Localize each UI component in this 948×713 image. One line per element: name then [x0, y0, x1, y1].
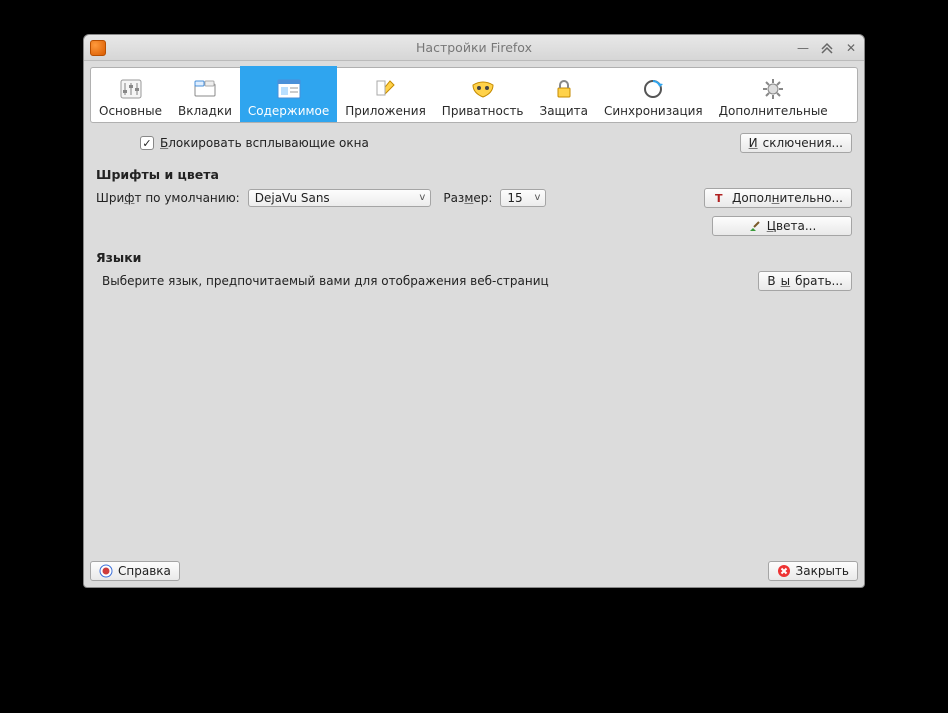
- maximize-button[interactable]: [820, 41, 834, 55]
- choose-language-button[interactable]: Выбрать...: [758, 271, 852, 291]
- brush-icon: [748, 219, 762, 233]
- fonts-section-title: Шрифты и цвета: [96, 167, 852, 182]
- fonts-advanced-button[interactable]: T Дополнительно...: [704, 188, 852, 208]
- window-title: Настройки Firefox: [84, 40, 864, 55]
- font-size-label: Размер:: [443, 191, 492, 205]
- tab-tabs[interactable]: Вкладки: [170, 66, 240, 122]
- tab-general[interactable]: Основные: [91, 66, 170, 122]
- lock-icon: [550, 76, 578, 102]
- default-font-label: Шрифт по умолчанию:: [96, 191, 240, 205]
- tab-privacy-label: Приватность: [442, 104, 524, 118]
- gear-icon: [759, 76, 787, 102]
- block-popups-label: Блокировать всплывающие окна: [160, 136, 369, 150]
- privacy-mask-icon: [469, 76, 497, 102]
- dialog-footer: Справка Закрыть: [84, 561, 864, 587]
- tab-sync[interactable]: Синхронизация: [596, 66, 711, 122]
- languages-desc: Выберите язык, предпочитаемый вами для о…: [102, 274, 549, 288]
- content-icon: [275, 76, 303, 102]
- help-icon: [99, 564, 113, 578]
- sliders-icon: [117, 76, 145, 102]
- tab-tabs-label: Вкладки: [178, 104, 232, 118]
- block-popups-checkbox[interactable]: ✓: [140, 136, 154, 150]
- tab-security-label: Защита: [540, 104, 589, 118]
- tab-advanced[interactable]: Дополнительные: [711, 66, 836, 122]
- exceptions-button[interactable]: Исключения...: [740, 133, 852, 153]
- default-font-select[interactable]: DejaVu Sans: [248, 189, 432, 207]
- tab-sync-label: Синхронизация: [604, 104, 703, 118]
- svg-text:T: T: [715, 192, 723, 205]
- font-icon: T: [713, 191, 727, 205]
- tab-general-label: Основные: [99, 104, 162, 118]
- sync-icon: [639, 76, 667, 102]
- applications-icon: [372, 76, 400, 102]
- tab-security[interactable]: Защита: [532, 66, 597, 122]
- content-panel: ✓ Блокировать всплывающие окна Исключени…: [84, 123, 864, 561]
- tab-content-label: Содержимое: [248, 104, 329, 118]
- close-button[interactable]: Закрыть: [768, 561, 858, 581]
- tab-applications-label: Приложения: [345, 104, 426, 118]
- tabs-icon: [191, 76, 219, 102]
- close-window-button[interactable]: ✕: [844, 41, 858, 55]
- titlebar: Настройки Firefox — ✕: [84, 35, 864, 61]
- colors-button[interactable]: Цвета...: [712, 216, 852, 236]
- category-toolbar: Основные Вкладки Содержимое Приложения П…: [90, 67, 858, 123]
- close-icon: [777, 564, 791, 578]
- help-button[interactable]: Справка: [90, 561, 180, 581]
- preferences-window: Настройки Firefox — ✕ Основные Вкладки: [83, 34, 865, 588]
- tab-advanced-label: Дополнительные: [719, 104, 828, 118]
- tab-content[interactable]: Содержимое: [240, 66, 337, 122]
- minimize-button[interactable]: —: [796, 41, 810, 55]
- font-size-select[interactable]: 15: [500, 189, 546, 207]
- tab-privacy[interactable]: Приватность: [434, 66, 532, 122]
- tab-applications[interactable]: Приложения: [337, 66, 434, 122]
- languages-section-title: Языки: [96, 250, 852, 265]
